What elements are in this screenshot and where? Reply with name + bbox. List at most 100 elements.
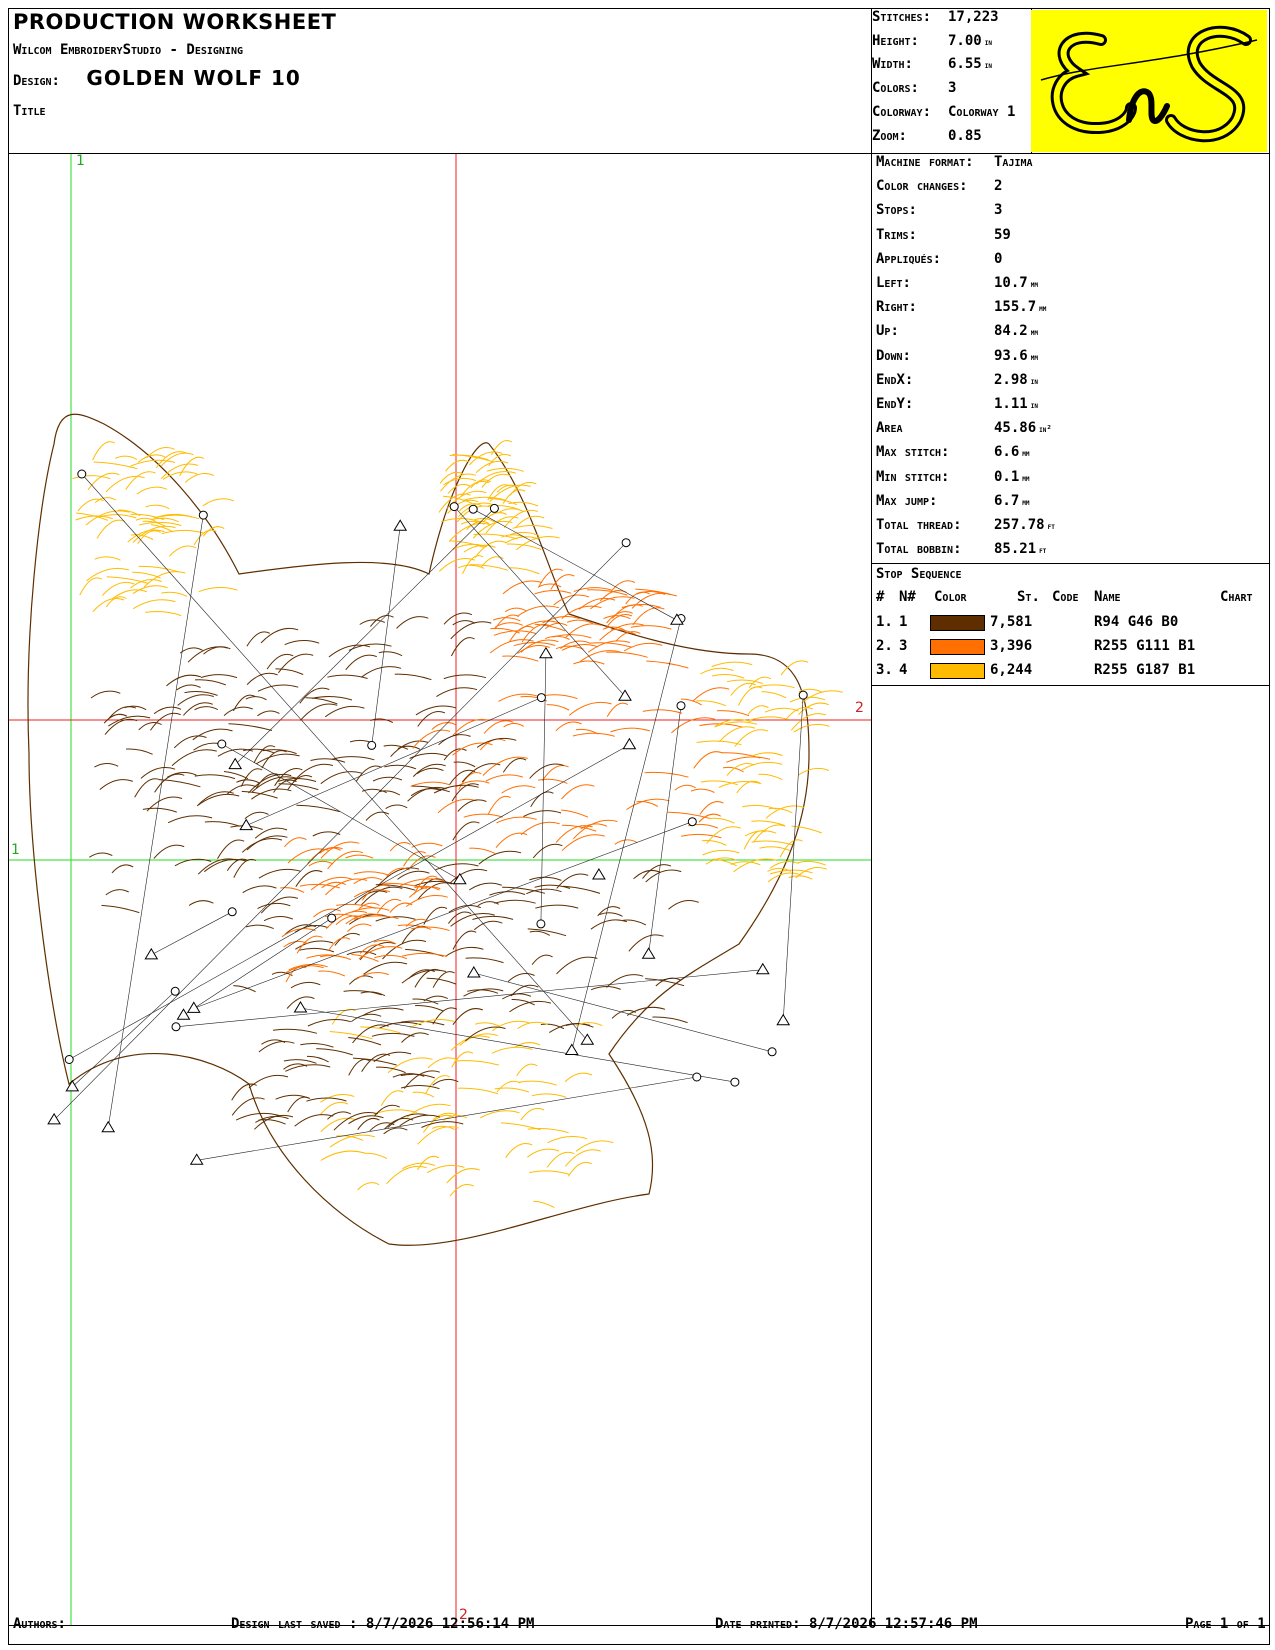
- fur-stroke: [284, 837, 307, 848]
- detail-row: Color changes: 2: [876, 178, 1003, 195]
- detail-row: Appliqués: 0: [876, 250, 1003, 267]
- fur-stroke: [451, 1051, 474, 1068]
- jump-line: [648, 705, 682, 955]
- fur-stroke: [146, 447, 175, 459]
- worksheet-title: PRODUCTION WORKSHEET: [13, 10, 337, 34]
- stop-marker-circle: [64, 1055, 74, 1064]
- fur-stroke: [320, 771, 363, 785]
- fur-stroke: [696, 700, 727, 707]
- fur-stroke: [457, 799, 487, 812]
- stop-header-color: Color: [934, 589, 967, 605]
- trim-marker-triangle: [564, 1043, 579, 1055]
- stop-row-stitches: 3,396: [990, 638, 1033, 654]
- detail-row: Right: 155.7 mm: [876, 299, 1047, 316]
- trim-marker-triangle: [293, 1001, 308, 1013]
- fur-stroke: [550, 574, 575, 590]
- fur-stroke: [483, 720, 514, 734]
- fur-stroke: [415, 1005, 444, 1012]
- fur-stroke: [503, 723, 525, 728]
- fur-stroke: [177, 694, 214, 706]
- fur-stroke: [246, 835, 288, 851]
- fur-stroke: [385, 804, 408, 810]
- fur-stroke: [645, 869, 682, 883]
- fur-stroke: [519, 1080, 557, 1086]
- fur-stroke: [506, 543, 542, 550]
- wolf-outline: [27, 413, 810, 1246]
- fur-stroke: [701, 840, 727, 846]
- fur-stroke: [718, 781, 762, 788]
- stop-header-code: Code: [1052, 589, 1079, 605]
- fur-stroke: [553, 594, 590, 606]
- fur-stroke: [531, 1093, 567, 1098]
- fur-stroke: [348, 1058, 370, 1076]
- stop-marker-circle: [536, 919, 546, 929]
- detail-row: Left: 10.7 mm: [876, 275, 1038, 291]
- fur-stroke: [475, 460, 509, 474]
- fur-stroke: [79, 577, 103, 596]
- fur-stroke: [153, 844, 185, 859]
- fur-stroke: [194, 679, 226, 686]
- fur-stroke: [501, 785, 536, 794]
- fur-stroke: [365, 811, 390, 821]
- fur-stroke: [563, 885, 601, 894]
- fur-stroke: [700, 667, 734, 675]
- fur-stroke: [630, 625, 672, 630]
- fur-stroke: [567, 1161, 592, 1177]
- fur-stroke: [375, 916, 416, 922]
- fur-stroke: [244, 811, 269, 820]
- fur-stroke: [502, 758, 527, 773]
- fur-stroke: [277, 653, 314, 674]
- fur-stroke: [327, 674, 368, 679]
- fur-stroke: [357, 1182, 380, 1191]
- detail-row: Stops: 3: [876, 202, 1003, 219]
- stop-header-chart: Chart: [1220, 589, 1253, 605]
- stop-marker-circle: [621, 538, 631, 548]
- fur-stroke: [363, 961, 408, 975]
- fur-stroke: [561, 784, 595, 800]
- fur-stroke: [328, 937, 351, 952]
- trim-marker-triangle: [186, 1001, 201, 1013]
- fur-stroke: [417, 1126, 459, 1145]
- stop-header-name: Name: [1094, 589, 1121, 605]
- details-divider: [871, 563, 1270, 564]
- fur-stroke: [488, 453, 512, 467]
- fur-stroke: [502, 655, 539, 662]
- detail-row: EndX: 2.98 in: [876, 371, 1038, 388]
- fur-stroke: [623, 642, 663, 652]
- fur-stroke: [457, 1087, 499, 1095]
- fur-stroke: [115, 455, 138, 460]
- fur-stroke: [489, 891, 526, 896]
- fur-stroke: [94, 556, 121, 561]
- trim-marker-triangle: [144, 947, 159, 960]
- fur-stroke: [611, 1009, 637, 1019]
- fur-stroke: [396, 616, 429, 629]
- fur-stroke: [251, 788, 292, 800]
- fur-stroke: [447, 911, 472, 924]
- fur-stroke: [77, 498, 105, 512]
- fur-stroke: [780, 660, 809, 676]
- fur-stroke: [599, 912, 623, 917]
- fur-stroke: [394, 673, 432, 681]
- fur-stroke: [241, 838, 283, 853]
- fur-stroke: [92, 441, 115, 461]
- stops-divider: [871, 685, 1270, 686]
- fur-stroke: [373, 1051, 412, 1063]
- fur-stroke: [496, 816, 537, 824]
- fur-stroke: [200, 674, 238, 679]
- fur-stroke: [197, 858, 238, 875]
- fur-stroke: [94, 763, 119, 768]
- fur-stroke: [450, 913, 495, 927]
- trim-marker-triangle: [776, 1013, 791, 1026]
- fur-stroke: [535, 904, 579, 909]
- fur-stroke: [320, 1150, 365, 1161]
- fur-stroke: [136, 486, 168, 495]
- stop-marker-circle: [536, 693, 546, 703]
- panel-divider: [871, 8, 872, 1625]
- fur-stroke: [345, 854, 374, 859]
- fur-stroke: [263, 916, 294, 922]
- design-name: GOLDEN WOLF 10: [86, 66, 301, 90]
- fur-stroke: [507, 973, 535, 982]
- fur-stroke: [479, 1110, 520, 1119]
- fur-stroke: [187, 646, 229, 663]
- fur-stroke: [349, 975, 374, 985]
